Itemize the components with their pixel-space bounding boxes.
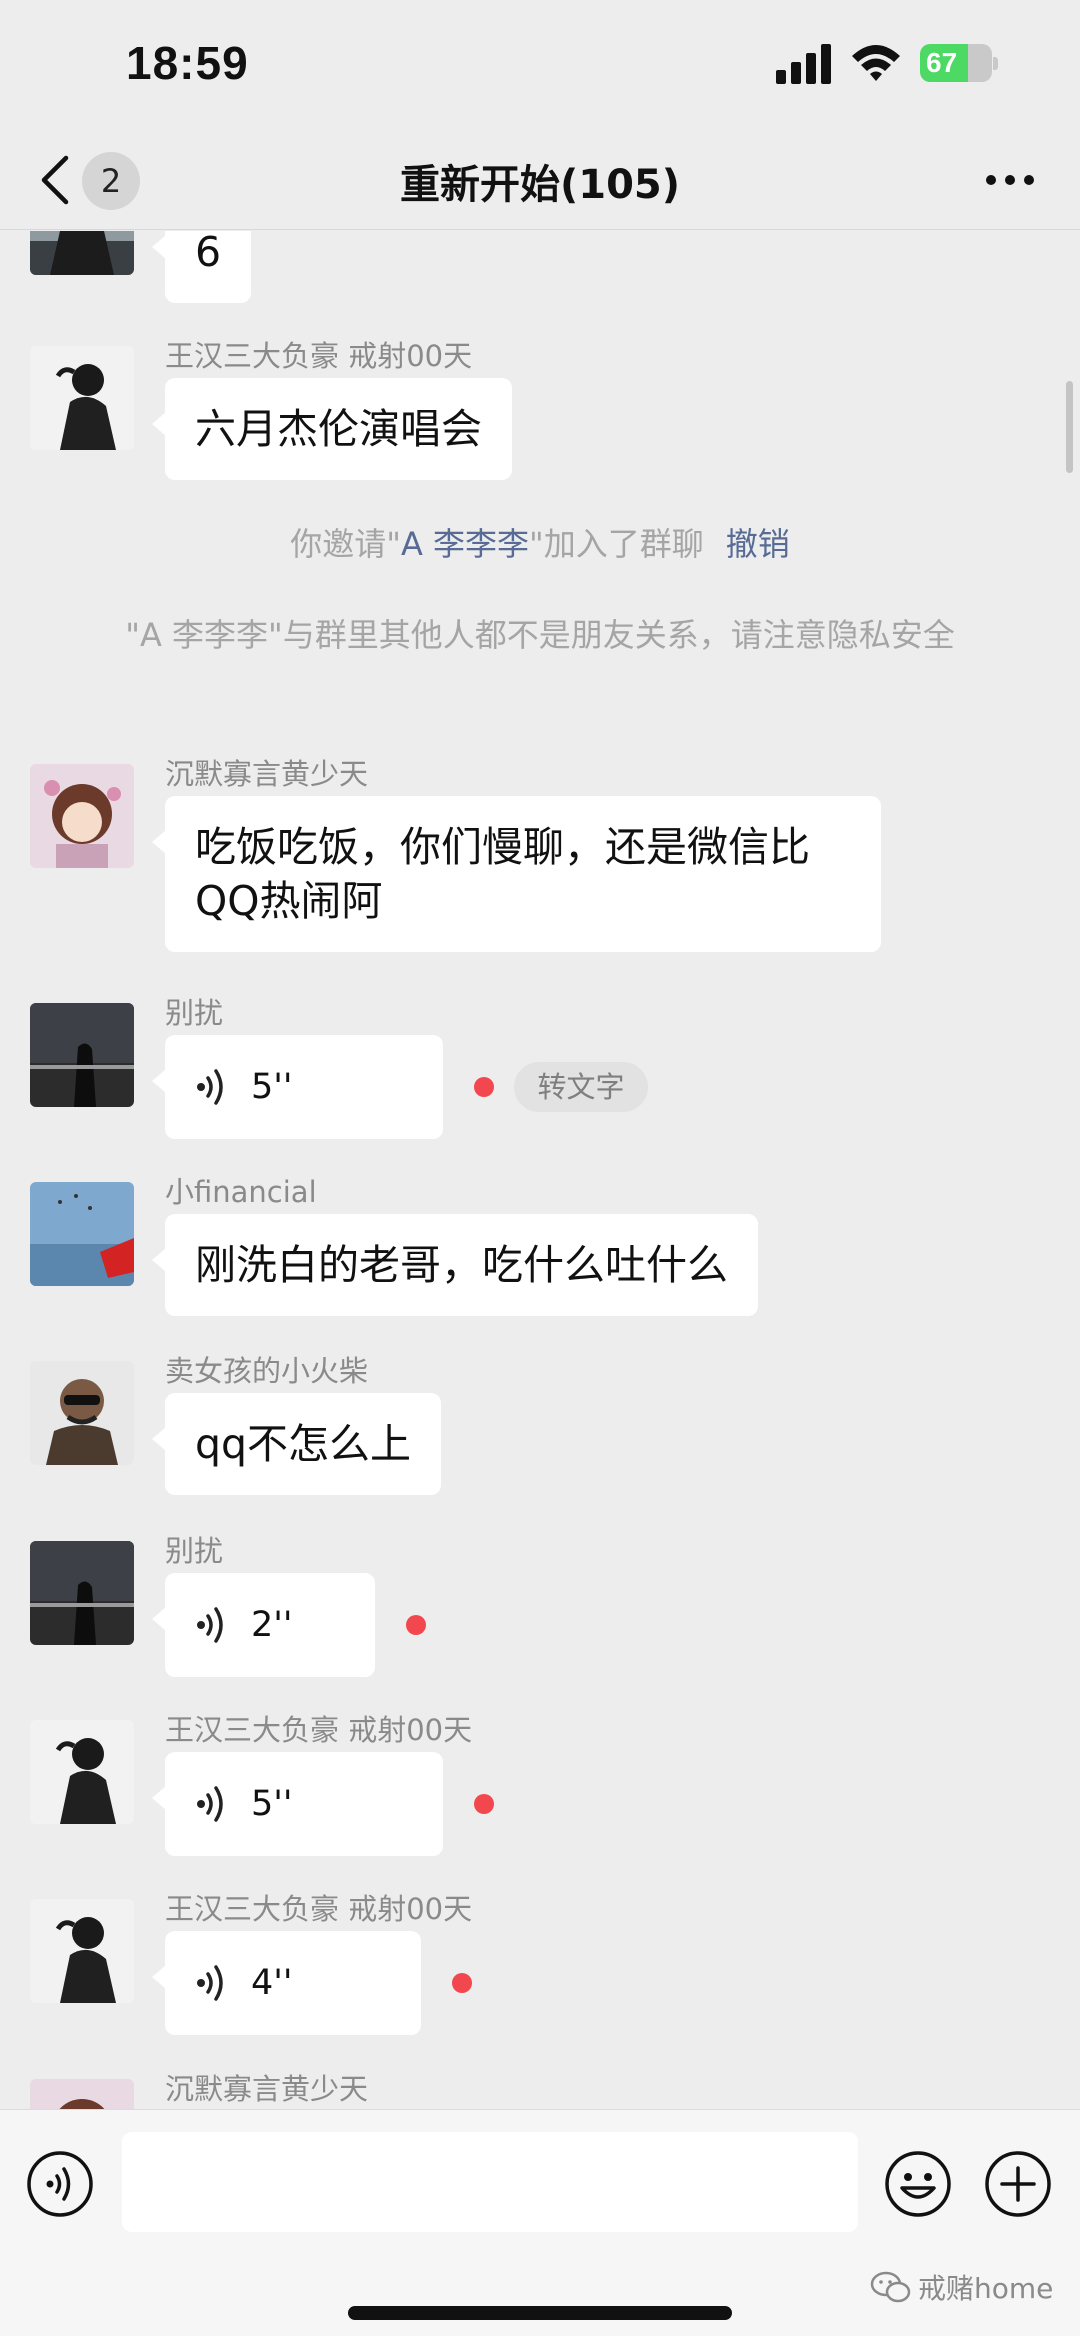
input-bar: 戒赌home: [0, 2109, 1080, 2336]
emoji-icon[interactable]: [884, 2150, 952, 2218]
avatar[interactable]: [30, 1720, 134, 1824]
unread-voice-dot: [452, 1973, 472, 1993]
convert-to-text-button[interactable]: 转文字: [514, 1062, 648, 1112]
status-bar: 18:59 67: [0, 0, 1080, 130]
voice-wave-icon: [197, 1965, 223, 2001]
voice-duration: 2'': [251, 1605, 293, 1645]
sender-name: 别扰: [165, 1534, 224, 1568]
sender-name: 卖女孩的小火柴: [165, 1354, 369, 1388]
message-text: qq不怎么上: [195, 1420, 412, 1468]
voice-message[interactable]: 5'': [152, 1752, 443, 1856]
sender-name: 沉默寡言黄少天: [165, 2072, 369, 2106]
avatar[interactable]: [30, 1003, 134, 1107]
avatar[interactable]: [30, 2079, 134, 2109]
avatar[interactable]: [30, 346, 134, 450]
voice-message[interactable]: 5'': [152, 1035, 443, 1139]
message-bubble[interactable]: qq不怎么上: [151, 1393, 442, 1495]
sender-name: 王汉三大负豪 戒射00天: [165, 339, 473, 373]
voice-wave-icon: [197, 1786, 223, 1822]
watermark: 戒赌home: [870, 2265, 1053, 2309]
message-bubble[interactable]: 刚洗白的老哥，吃什么吐什么: [152, 1214, 758, 1316]
plus-icon[interactable]: [984, 2150, 1052, 2218]
message-text: 六月杰伦演唱会: [195, 405, 482, 453]
unread-voice-dot: [474, 1077, 494, 1097]
home-indicator[interactable]: [348, 2306, 732, 2320]
wechat-logo-icon: [870, 2271, 911, 2303]
voice-duration: 5'': [251, 1784, 293, 1824]
unread-count-badge[interactable]: 2: [82, 152, 140, 210]
sender-name: 王汉三大负豪 戒射00天: [165, 1713, 473, 1747]
voice-duration: 5'': [251, 1067, 293, 1107]
status-time: 18:59: [126, 37, 249, 89]
battery-percent: 67: [926, 47, 958, 78]
sender-name: 小financial: [165, 1175, 317, 1209]
voice-message[interactable]: 2'': [152, 1573, 375, 1677]
unread-voice-dot: [474, 1794, 494, 1814]
message-bubble[interactable]: 吃饭吃饭，你们慢聊，还是微信比QQ热闹阿: [152, 796, 881, 952]
message-bubble[interactable]: 6: [151, 231, 252, 303]
watermark-text: 戒赌home: [918, 2272, 1054, 2305]
voice-wave-icon: [197, 1069, 223, 1105]
avatar[interactable]: [30, 1899, 134, 2003]
battery-charging-icon: 67: [920, 44, 998, 82]
avatar[interactable]: [30, 764, 134, 868]
voice-toggle-icon[interactable]: [26, 2150, 94, 2218]
revoke-link[interactable]: 撤销: [726, 525, 790, 563]
message-text: 刚洗白的老哥，吃什么吐什么: [195, 1241, 728, 1289]
sender-name: 别扰: [165, 996, 224, 1030]
avatar[interactable]: [30, 1182, 134, 1286]
avatar[interactable]: [30, 1541, 134, 1645]
message-list[interactable]: 6 王汉三大负豪 戒射00天 六月杰伦演唱会 你邀请"A 李李李"加入了群聊 撤销…: [0, 231, 1080, 2109]
message-input[interactable]: [122, 2132, 858, 2232]
system-notice-invite: 你邀请"A 李李李"加入了群聊 撤销: [290, 525, 790, 563]
message-text: 吃饭吃饭，你们慢聊，还是微信比QQ热闹阿: [195, 823, 810, 925]
wifi-icon: [852, 45, 900, 81]
chat-header: 2 重新开始(105): [0, 130, 1080, 230]
message-text: 6: [195, 231, 222, 276]
unread-voice-dot: [406, 1615, 426, 1635]
voice-duration: 4'': [251, 1963, 293, 2003]
more-dots-icon[interactable]: [985, 170, 1035, 190]
cellular-signal-icon: [776, 44, 831, 84]
back-chevron-icon[interactable]: [38, 154, 72, 206]
scroll-indicator[interactable]: [1066, 381, 1073, 473]
voice-message[interactable]: 4'': [152, 1931, 421, 2035]
avatar[interactable]: [30, 1361, 134, 1465]
message-bubble[interactable]: 六月杰伦演唱会: [152, 378, 512, 480]
chat-screen: 18:59 67 2 重新开始(105) 6 王汉三大负豪 戒射00天 六月杰伦…: [0, 0, 1080, 2336]
sender-name: 沉默寡言黄少天: [165, 757, 369, 791]
invited-member-link[interactable]: A 李李李: [401, 525, 529, 563]
avatar[interactable]: [30, 231, 134, 275]
chat-title: 重新开始(105): [399, 162, 681, 208]
sender-name: 王汉三大负豪 戒射00天: [165, 1892, 473, 1926]
voice-wave-icon: [197, 1607, 223, 1643]
system-notice-privacy: "A 李李李"与群里其他人都不是朋友关系，请注意隐私安全: [125, 616, 955, 654]
